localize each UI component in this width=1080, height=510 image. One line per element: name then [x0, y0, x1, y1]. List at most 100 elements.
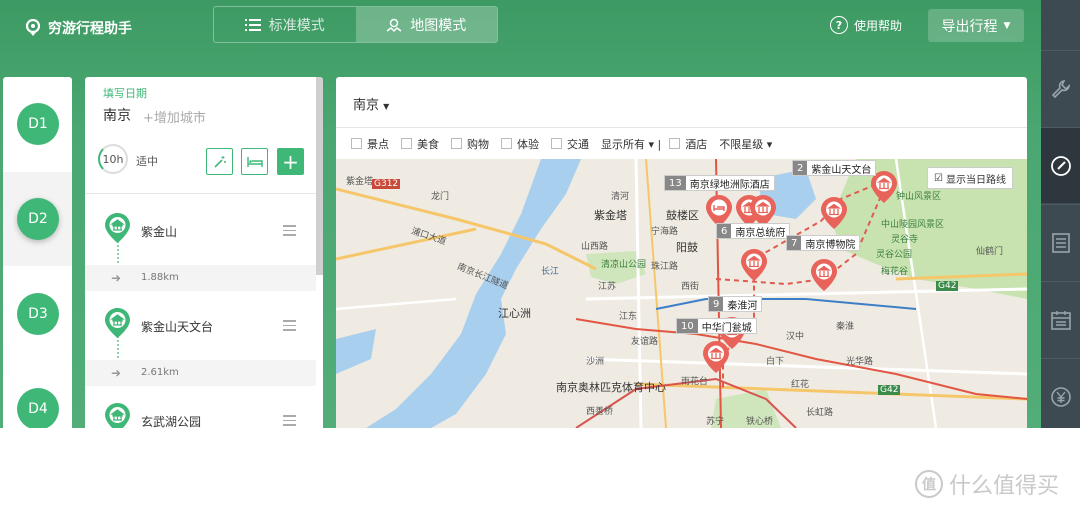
export-itinerary-button[interactable]: 导出行程 ▼: [928, 9, 1024, 42]
attraction-pin-icon[interactable]: [811, 259, 837, 291]
checkbox[interactable]: [401, 138, 412, 149]
divider: [85, 193, 317, 194]
magic-wand-icon: [213, 155, 226, 168]
poi-tag[interactable]: 2 紫金山天文台: [792, 160, 877, 176]
checkbox[interactable]: [551, 138, 562, 149]
rail-budget-button[interactable]: [1041, 358, 1080, 428]
add-stop-button[interactable]: +: [277, 148, 304, 175]
itinerary-panel: 填写日期 南京 +增加城市 10h 适中 + 紫金山 ➜ 1.88km 紫金山天…: [85, 77, 323, 428]
filter-hotel[interactable]: 酒店: [669, 136, 707, 152]
poi-name: 中华门瓮城: [701, 322, 752, 334]
drag-handle-icon[interactable]: [283, 415, 296, 428]
poi-number: 7: [787, 236, 802, 250]
drag-handle-icon[interactable]: [283, 320, 296, 334]
checkbox[interactable]: [501, 138, 512, 149]
map-label: 紫金塔: [346, 177, 374, 187]
filter-label: 体验: [517, 137, 539, 151]
map-mode-label: 地图模式: [410, 17, 467, 34]
map-label: 秦淮: [836, 322, 855, 332]
map-pin-icon: [386, 18, 402, 32]
checkbox[interactable]: [351, 138, 362, 149]
map-label: 钟山风景区: [896, 192, 942, 202]
attraction-pin-icon: [105, 308, 130, 338]
drag-handle-icon[interactable]: [283, 225, 296, 239]
checkbox[interactable]: [669, 138, 681, 149]
watermark: 值 什么值得买: [915, 468, 1059, 500]
checkbox[interactable]: [451, 138, 462, 149]
map-label: 白下: [766, 357, 785, 367]
map-label: 红花: [791, 380, 810, 390]
day-item-selected[interactable]: D2: [3, 172, 72, 266]
rail-list-button[interactable]: [1041, 204, 1080, 280]
list-item[interactable]: 紫金山: [85, 213, 316, 257]
rail-route-button[interactable]: [1041, 127, 1080, 203]
show-route-toggle[interactable]: ☑ 显示当日路线: [927, 167, 1013, 189]
filter-label: 景点: [367, 137, 389, 151]
rail-tools-button[interactable]: [1041, 50, 1080, 126]
attraction-pin-icon[interactable]: [703, 341, 729, 373]
map-city-select[interactable]: 南京 ▼: [353, 94, 389, 113]
watermark-text: 什么值得买: [949, 474, 1060, 499]
filter-transport[interactable]: 交通: [551, 136, 589, 152]
scrollbar-thumb[interactable]: [316, 77, 323, 275]
day-item[interactable]: D4: [3, 362, 72, 428]
filter-food[interactable]: 美食: [401, 136, 439, 152]
poi-tag[interactable]: 6 南京总统府: [716, 223, 791, 239]
help-label: 使用帮助: [854, 18, 903, 33]
star-rating-dropdown[interactable]: 不限星级 ▾: [719, 136, 772, 152]
show-all-dropdown[interactable]: 显示所有 ▾ |: [601, 136, 661, 152]
list-item[interactable]: 玄武湖公园: [85, 403, 316, 428]
poi-tag[interactable]: 10 中华门瓮城: [676, 318, 757, 334]
add-hotel-button[interactable]: [241, 148, 268, 175]
caret-down-icon: ▼: [1003, 20, 1011, 31]
poi-tag[interactable]: 7 南京博物院: [786, 235, 861, 251]
map-label: G312: [372, 179, 401, 189]
map-label: 仙鹤门: [976, 247, 1004, 257]
map-canvas[interactable]: 紫金塔 紫金塔 鼓楼区 阳鼓 清凉山公园 江心洲 南京奥林匹克体育中心 中山陵园…: [336, 159, 1027, 428]
distance-value: 1.88km: [141, 272, 179, 283]
map-label: 梅花谷: [881, 267, 909, 277]
day-item[interactable]: D3: [3, 267, 72, 361]
map-label: 雨花台: [681, 377, 709, 387]
mode-switch: 标准模式 地图模式: [213, 6, 498, 43]
add-city-link[interactable]: +增加城市: [143, 107, 206, 126]
fill-date-link[interactable]: 填写日期: [103, 85, 147, 101]
map-label: 友谊路: [631, 337, 659, 347]
attraction-pin-icon[interactable]: [821, 197, 847, 229]
attraction-pin-icon[interactable]: [741, 249, 767, 281]
watermark-logo: 值: [915, 470, 943, 498]
list-item[interactable]: 紫金山天文台: [85, 308, 316, 352]
filter-shopping[interactable]: 购物: [451, 136, 489, 152]
export-label: 导出行程: [941, 18, 998, 35]
map-label: 珠江路: [651, 262, 679, 272]
poi-tag[interactable]: 13 南京绿地洲际酒店: [664, 175, 775, 191]
magic-wand-button[interactable]: [206, 148, 233, 175]
right-toolbar: [1041, 0, 1080, 428]
app-logo[interactable]: 穷游行程助手: [24, 18, 132, 38]
map-label: 长江: [541, 267, 560, 277]
poi-number: 9: [709, 297, 724, 311]
map-label: 光华路: [846, 357, 874, 367]
rail-calendar-button[interactable]: [1041, 281, 1080, 357]
calendar-icon: [1050, 310, 1071, 330]
standard-mode-tab[interactable]: 标准模式: [214, 7, 356, 42]
map-label: 江东: [619, 312, 638, 322]
day-item[interactable]: D1: [3, 77, 72, 171]
caret-down-icon: ▼: [383, 102, 390, 111]
poi-name: 秦淮河: [727, 300, 758, 312]
distance-value: 2.61km: [141, 367, 179, 378]
attraction-pin-icon: [105, 403, 130, 428]
map-label: 江心洲: [498, 307, 531, 320]
map-mode-tab[interactable]: 地图模式: [355, 7, 497, 42]
poi-tag[interactable]: 9 秦淮河: [708, 296, 763, 312]
pace-label: 适中: [136, 155, 158, 168]
filter-label: 美食: [417, 137, 439, 151]
filter-experience[interactable]: 体验: [501, 136, 539, 152]
help-link[interactable]: ? 使用帮助: [830, 16, 902, 34]
filter-label: 交通: [567, 137, 589, 151]
map-label: 江苏: [598, 282, 617, 292]
map-label: 沙洲: [586, 357, 605, 367]
filter-attractions[interactable]: 景点: [351, 136, 389, 152]
map-label: 西街: [681, 282, 700, 292]
day-badge: D3: [17, 293, 59, 335]
